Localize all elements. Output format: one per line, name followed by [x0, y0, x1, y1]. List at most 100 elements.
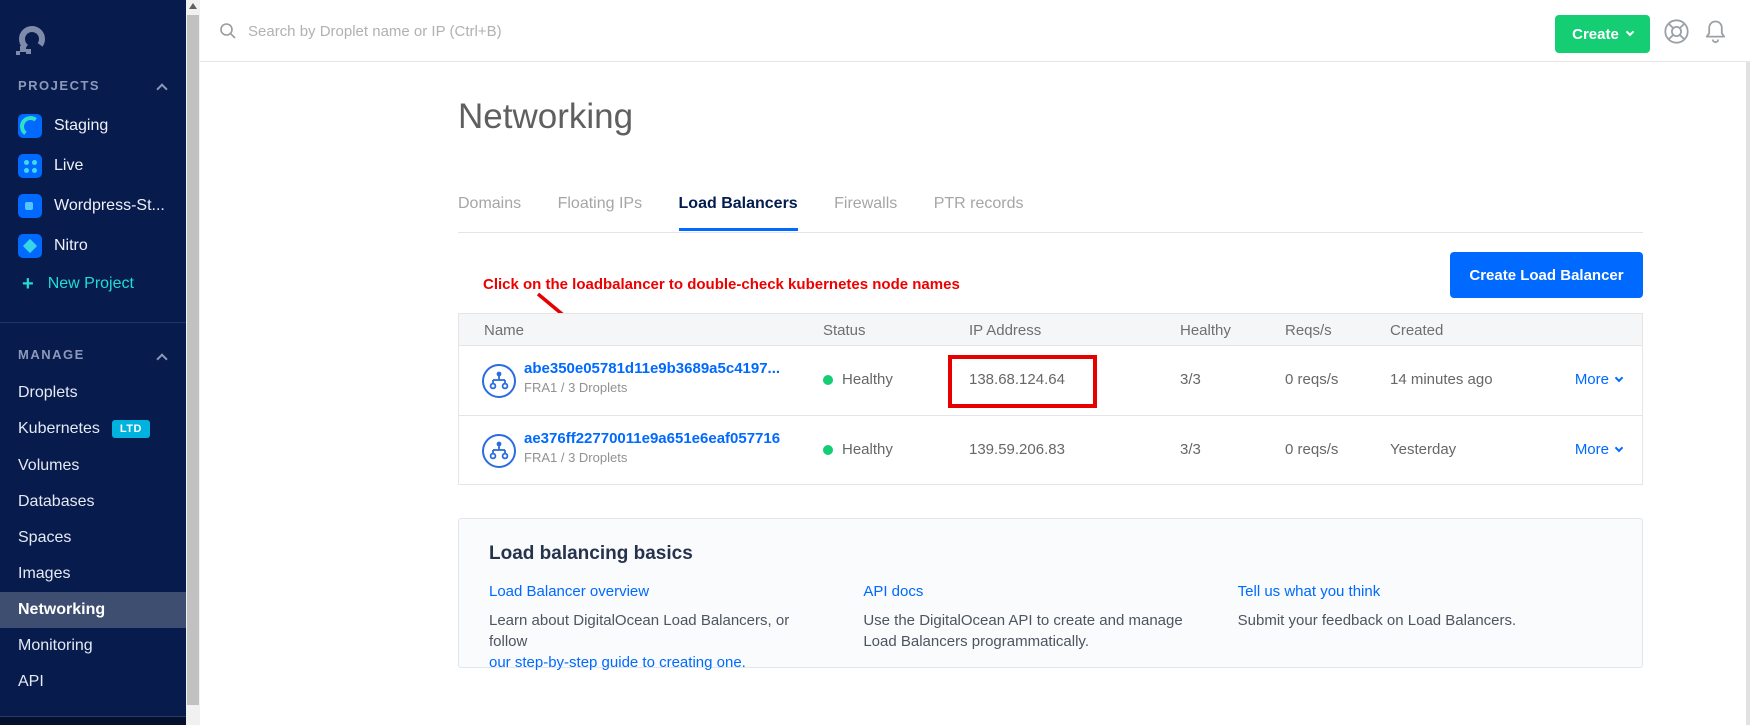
wordpress-project-icon [18, 194, 42, 218]
manage-collapse-toggle[interactable] [158, 350, 166, 368]
sidebar-item-wordpress[interactable]: Wordpress-St... [0, 186, 186, 226]
digitalocean-control-panel: PROJECTS Staging Live Wordpress-St... Ni… [0, 0, 1750, 725]
api-docs-link[interactable]: API docs [863, 583, 923, 600]
tab-load-balancers[interactable]: Load Balancers [679, 195, 798, 231]
sidebar-item-staging[interactable]: Staging [0, 106, 186, 146]
load-balancer-overview-link[interactable]: Load Balancer overview [489, 583, 649, 600]
column-header-healthy: Healthy [1180, 322, 1231, 339]
new-project-label: New Project [48, 275, 134, 293]
step-by-step-guide-link[interactable]: our step-by-step guide to creating one. [489, 654, 746, 671]
more-label: More [1575, 371, 1609, 388]
basics-card-overview: Load Balancer overview Learn about Digit… [489, 583, 863, 673]
sidebar-item-live[interactable]: Live [0, 146, 186, 186]
nitro-project-icon [18, 234, 42, 258]
more-menu-button[interactable]: More [1575, 371, 1622, 388]
ip-address-cell: 139.59.206.83 [969, 441, 1065, 458]
tab-floating-ips[interactable]: Floating IPs [558, 195, 642, 228]
basics-card-feedback: Tell us what you think Submit your feedb… [1238, 583, 1612, 673]
manage-label: Kubernetes [18, 420, 100, 438]
project-label: Staging [54, 117, 108, 135]
chevron-down-icon [1626, 28, 1634, 36]
chevron-down-icon [1615, 373, 1623, 381]
sidebar-item-networking[interactable]: Networking [0, 592, 186, 628]
more-menu-button[interactable]: More [1575, 441, 1622, 458]
sidebar-item-droplets[interactable]: Droplets [0, 375, 186, 411]
project-label: Live [54, 157, 83, 175]
load-balancer-region: FRA1 / 3 Droplets [524, 450, 780, 465]
sidebar-item-monitoring[interactable]: Monitoring [0, 628, 186, 664]
tab-ptr-records[interactable]: PTR records [934, 195, 1024, 228]
reqs-cell: 0 reqs/s [1285, 441, 1338, 458]
basics-body-text: Submit your feedback on Load Balancers. [1238, 610, 1572, 631]
healthy-count-cell: 3/3 [1180, 441, 1201, 458]
column-header-reqs: Reqs/s [1285, 322, 1332, 339]
sidebar-scrollbar[interactable] [186, 0, 200, 725]
healthy-status-dot [823, 375, 833, 385]
sidebar-item-images[interactable]: Images [0, 556, 186, 592]
create-button-label: Create [1572, 26, 1619, 43]
column-header-created: Created [1390, 322, 1443, 339]
basics-title: Load balancing basics [489, 543, 1612, 565]
basics-body-text: Learn about DigitalOcean Load Balancers,… [489, 612, 789, 650]
digitalocean-logo-icon[interactable] [13, 22, 49, 58]
manage-label: Monitoring [18, 637, 93, 655]
scrollbar-up-arrow-icon[interactable] [189, 3, 197, 9]
reqs-cell: 0 reqs/s [1285, 371, 1338, 388]
sidebar-bottom-strip [0, 717, 186, 725]
sidebar-item-volumes[interactable]: Volumes [0, 448, 186, 484]
sidebar-item-kubernetes[interactable]: Kubernetes LTD [0, 411, 186, 447]
sidebar-item-spaces[interactable]: Spaces [0, 520, 186, 556]
new-project-button[interactable]: + New Project [0, 266, 186, 302]
created-cell: 14 minutes ago [1390, 371, 1493, 388]
projects-section-header: PROJECTS [18, 78, 100, 93]
manage-label: Spaces [18, 529, 71, 547]
tab-domains[interactable]: Domains [458, 195, 521, 228]
manage-section-header: MANAGE [18, 347, 85, 362]
scrollbar-thumb[interactable] [187, 15, 199, 705]
create-button[interactable]: Create [1555, 15, 1650, 53]
load-balancer-region: FRA1 / 3 Droplets [524, 380, 780, 395]
load-balancer-name-link[interactable]: abe350e05781d11e9b3689a5c4197... [524, 360, 780, 377]
sidebar-item-nitro[interactable]: Nitro [0, 226, 186, 266]
manage-section [0, 322, 186, 323]
plus-icon: + [22, 273, 34, 296]
load-balancer-icon [481, 363, 517, 404]
sidebar: PROJECTS Staging Live Wordpress-St... Ni… [0, 0, 186, 725]
help-icon[interactable] [1663, 18, 1690, 50]
load-balancing-basics-panel: Load balancing basics Load Balancer over… [458, 518, 1643, 668]
name-cell: ae376ff22770011e9a651e6eaf057716 FRA1 / … [524, 430, 780, 465]
sidebar-item-api[interactable]: API [0, 664, 186, 700]
status-cell: Healthy [823, 441, 893, 458]
search-icon [218, 21, 238, 41]
manage-label: Networking [18, 601, 105, 619]
column-header-ip: IP Address [969, 322, 1041, 339]
load-balancer-name-link[interactable]: ae376ff22770011e9a651e6eaf057716 [524, 430, 780, 447]
name-cell: abe350e05781d11e9b3689a5c4197... FRA1 / … [524, 360, 780, 395]
basics-body-text: Use the DigitalOcean API to create and m… [863, 610, 1197, 652]
manage-label: API [18, 673, 44, 691]
topbar: Create [200, 0, 1750, 62]
create-load-balancer-button[interactable]: Create Load Balancer [1450, 252, 1643, 298]
tab-bar: Domains Floating IPs Load Balancers Fire… [458, 195, 1643, 233]
staging-project-icon [18, 114, 42, 138]
page-scrollbar[interactable] [1746, 62, 1750, 725]
project-label: Wordpress-St... [54, 197, 165, 215]
chevron-up-icon [156, 83, 167, 94]
manage-label: Images [18, 565, 70, 583]
table-header-row: Name Status IP Address Healthy Reqs/s Cr… [459, 314, 1642, 346]
column-header-name: Name [484, 322, 524, 339]
bell-icon[interactable] [1702, 18, 1729, 50]
search-input[interactable] [248, 23, 728, 40]
ltd-badge: LTD [112, 420, 150, 438]
tab-firewalls[interactable]: Firewalls [834, 195, 897, 228]
sidebar-item-databases[interactable]: Databases [0, 484, 186, 520]
manage-label: Volumes [18, 457, 79, 475]
tell-us-what-you-think-link[interactable]: Tell us what you think [1238, 583, 1381, 600]
projects-collapse-toggle[interactable] [158, 80, 166, 98]
chevron-down-icon [1615, 443, 1623, 451]
status-label: Healthy [842, 371, 893, 388]
manage-label: Databases [18, 493, 95, 511]
page-title: Networking [458, 97, 633, 137]
annotation-highlight-box [948, 355, 1097, 408]
column-header-status: Status [823, 322, 866, 339]
